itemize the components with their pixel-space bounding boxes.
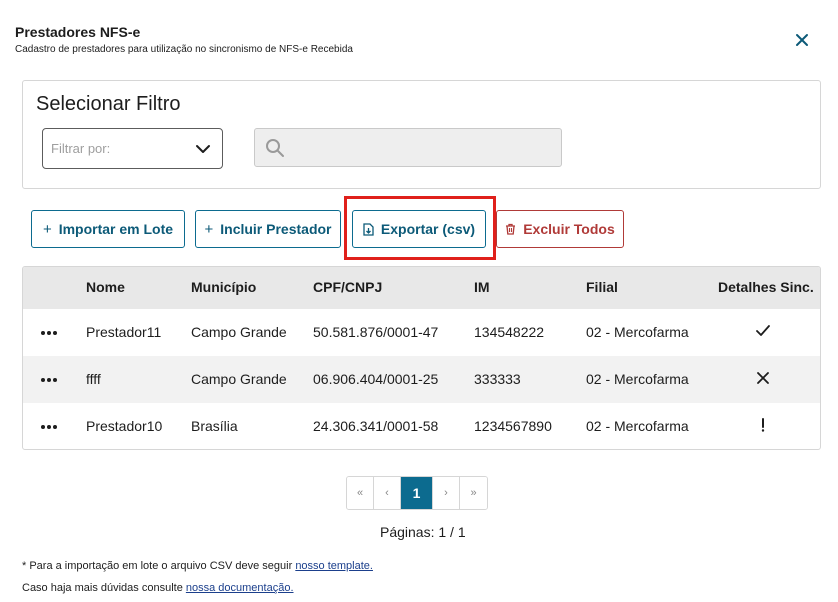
cell-im: 134548222 [474, 324, 545, 340]
import-batch-label: Importar em Lote [58, 221, 174, 237]
x-icon[interactable] [755, 370, 771, 386]
documentation-link[interactable]: nossa documentação. [186, 582, 294, 594]
plus-icon: + [42, 220, 52, 238]
column-header-filial[interactable]: Filial [586, 279, 618, 295]
delete-all-button[interactable]: Excluir Todos [496, 210, 624, 248]
search-input[interactable] [254, 128, 562, 167]
pages-indicator: Páginas: 1 / 1 [380, 524, 466, 540]
cell-im: 333333 [474, 371, 521, 387]
cell-nome: Prestador10 [86, 418, 163, 434]
table-row[interactable]: Prestador10 Brasília 24.306.341/0001-58 … [23, 403, 820, 449]
table-header: Nome Município CPF/CNPJ IM Filial Detalh… [23, 267, 820, 309]
cell-cpf-cnpj: 06.906.404/0001-25 [313, 371, 439, 387]
footer-note-template: * Para a importação em lote o arquivo CS… [22, 560, 373, 572]
filter-select[interactable]: Filtrar por: [42, 128, 223, 169]
more-actions-icon[interactable] [41, 425, 57, 429]
chevron-down-icon [196, 145, 210, 153]
column-header-cpf-cnpj[interactable]: CPF/CNPJ [313, 279, 382, 295]
cell-nome: ffff [86, 371, 101, 387]
exclamation-icon[interactable] [755, 417, 771, 433]
cell-municipio: Brasília [191, 418, 238, 434]
first-page-button[interactable]: « [347, 477, 374, 509]
template-link[interactable]: nosso template. [295, 560, 373, 572]
cell-filial: 02 - Mercofarma [586, 324, 689, 340]
more-actions-icon[interactable] [41, 331, 57, 335]
include-provider-label: Incluir Prestador [220, 221, 332, 237]
footer-note-template-text: * Para a importação em lote o arquivo CS… [22, 560, 296, 572]
cell-cpf-cnpj: 24.306.341/0001-58 [313, 418, 439, 434]
cell-filial: 02 - Mercofarma [586, 418, 689, 434]
page-subtitle: Cadastro de prestadores para utilização … [15, 44, 353, 55]
page-1-button[interactable]: 1 [401, 477, 433, 509]
plus-icon: + [204, 220, 214, 238]
search-icon [266, 139, 284, 157]
close-button[interactable] [792, 30, 812, 50]
cell-filial: 02 - Mercofarma [586, 371, 689, 387]
last-page-button[interactable]: » [460, 477, 487, 509]
cell-nome: Prestador11 [86, 324, 162, 340]
cell-municipio: Campo Grande [191, 371, 287, 387]
table-row[interactable]: ffff Campo Grande 06.906.404/0001-25 333… [23, 356, 820, 403]
highlight-box [344, 196, 496, 260]
footer-note-docs-text: Caso haja mais dúvidas consulte [22, 582, 186, 594]
cell-cpf-cnpj: 50.581.876/0001-47 [313, 324, 439, 340]
page-title: Prestadores NFS-e [15, 24, 141, 40]
check-icon[interactable] [755, 323, 771, 339]
column-header-nome[interactable]: Nome [86, 279, 125, 295]
filter-panel: Selecionar Filtro Filtrar por: [22, 80, 821, 189]
cell-municipio: Campo Grande [191, 324, 287, 340]
close-icon [796, 34, 808, 46]
import-batch-button[interactable]: + Importar em Lote [31, 210, 185, 248]
trash-icon [506, 223, 516, 235]
delete-all-label: Excluir Todos [523, 221, 615, 237]
filter-select-placeholder: Filtrar por: [51, 141, 111, 156]
pagination: « ‹ 1 › » [346, 476, 488, 510]
previous-page-button[interactable]: ‹ [374, 477, 401, 509]
filter-title: Selecionar Filtro [36, 93, 181, 115]
column-header-municipio[interactable]: Município [191, 279, 256, 295]
providers-table: Nome Município CPF/CNPJ IM Filial Detalh… [22, 266, 821, 450]
more-actions-icon[interactable] [41, 378, 57, 382]
column-header-im[interactable]: IM [474, 279, 490, 295]
cell-im: 1234567890 [474, 418, 552, 434]
footer-note-docs: Caso haja mais dúvidas consulte nossa do… [22, 582, 294, 594]
table-row[interactable]: Prestador11 Campo Grande 50.581.876/0001… [23, 309, 820, 356]
column-header-detalhes-sinc[interactable]: Detalhes Sinc. [718, 279, 814, 295]
include-provider-button[interactable]: + Incluir Prestador [195, 210, 341, 248]
next-page-button[interactable]: › [433, 477, 460, 509]
